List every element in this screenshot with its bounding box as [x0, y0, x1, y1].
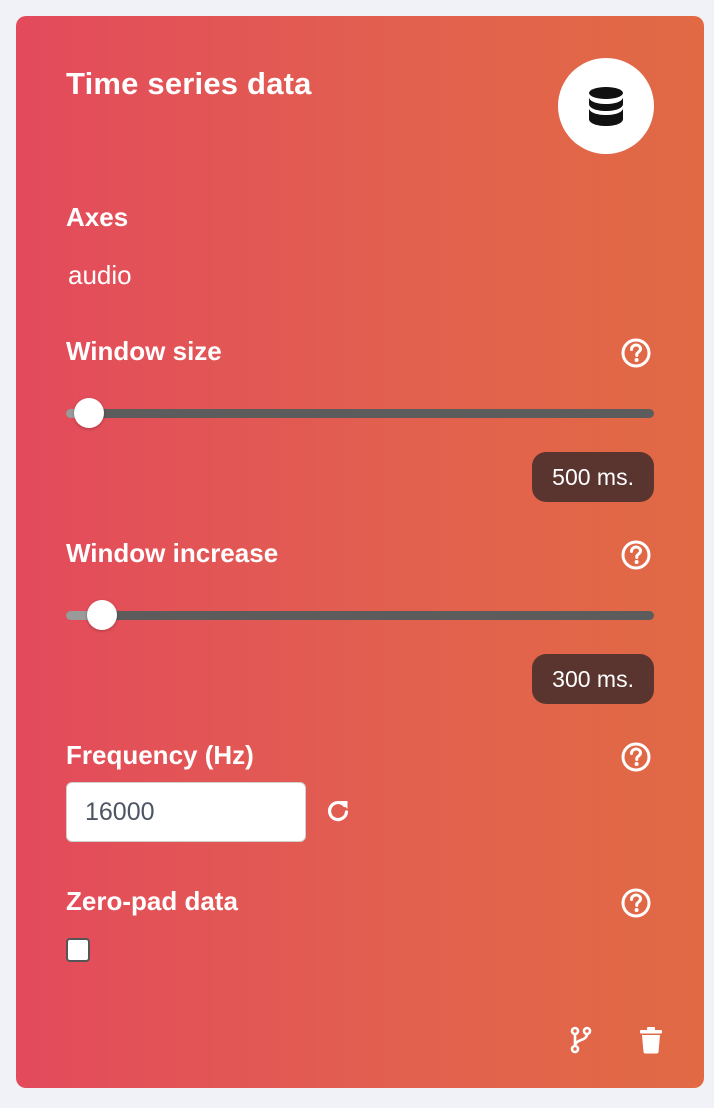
branch-icon[interactable]	[568, 1026, 594, 1054]
slider-track	[66, 611, 654, 620]
zero-pad-label: Zero-pad data	[66, 886, 238, 916]
window-increase-slider[interactable]	[66, 600, 654, 630]
database-icon	[589, 87, 623, 126]
trash-icon[interactable]	[638, 1026, 664, 1054]
window-increase-label: Window increase	[66, 538, 279, 568]
slider-track	[66, 409, 654, 418]
frequency-help-icon[interactable]	[621, 742, 651, 772]
axes-value: audio	[68, 260, 132, 290]
window-size-label: Window size	[66, 336, 222, 366]
window-size-slider[interactable]	[66, 398, 654, 428]
card-title: Time series data	[66, 66, 312, 101]
window-increase-value-badge: 300 ms.	[532, 654, 654, 704]
frequency-label: Frequency (Hz)	[66, 740, 254, 770]
reset-icon[interactable]	[324, 797, 352, 825]
window-increase-help-icon[interactable]	[621, 540, 651, 570]
window-size-value-badge: 500 ms.	[532, 452, 654, 502]
zero-pad-help-icon[interactable]	[621, 888, 651, 918]
database-icon-button[interactable]	[558, 58, 654, 154]
time-series-data-card: Time series data Axes audio Window size …	[16, 16, 704, 1088]
frequency-input[interactable]	[66, 782, 306, 842]
slider-thumb[interactable]	[74, 398, 105, 428]
slider-thumb[interactable]	[86, 600, 117, 630]
window-size-help-icon[interactable]	[621, 338, 651, 368]
axes-label: Axes	[66, 202, 129, 232]
zero-pad-checkbox[interactable]	[66, 938, 90, 962]
